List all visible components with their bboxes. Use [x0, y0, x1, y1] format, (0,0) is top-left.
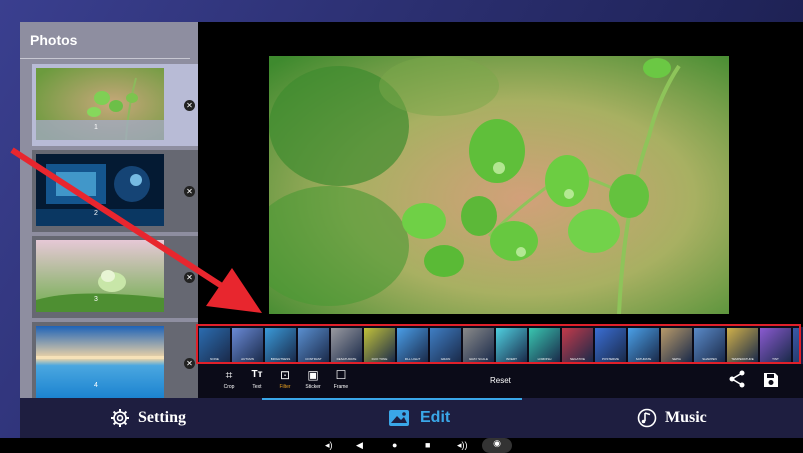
- annotation-arrow-icon: [10, 147, 262, 313]
